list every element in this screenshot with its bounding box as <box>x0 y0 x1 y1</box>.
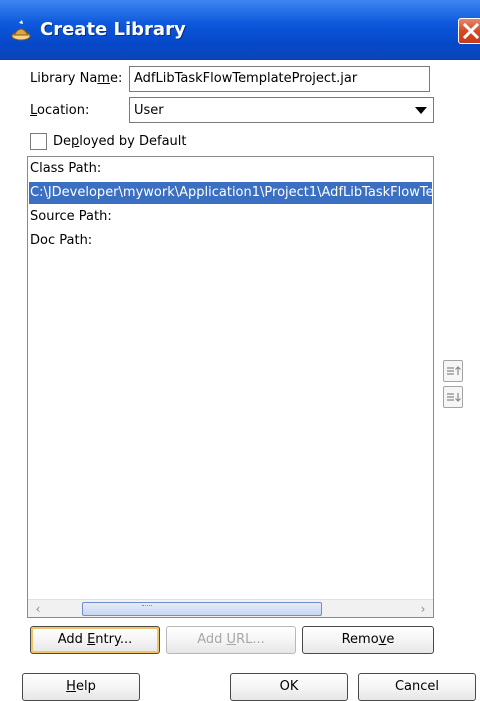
class-path-entry[interactable]: C:\JDeveloper\mywork\Application1\Projec… <box>29 182 432 204</box>
window-title: Create Library <box>40 19 186 40</box>
deployed-checkbox[interactable] <box>30 133 47 150</box>
close-button[interactable] <box>458 18 480 44</box>
doc-path-node[interactable]: Doc Path: <box>29 230 432 252</box>
library-name-label: Library Name: <box>30 71 123 86</box>
move-up-button[interactable] <box>443 360 463 382</box>
library-name-field[interactable]: AdfLibTaskFlowTemplateProject.jar <box>129 66 430 92</box>
scrollbar-thumb[interactable] <box>82 602 322 616</box>
scroll-left-icon[interactable]: ‹ <box>31 602 45 616</box>
class-path-node[interactable]: Class Path: <box>29 158 432 180</box>
scroll-right-icon[interactable]: › <box>416 602 430 616</box>
ok-button[interactable]: OK <box>230 673 348 701</box>
location-select[interactable]: User <box>129 97 434 123</box>
location-value: User <box>134 103 164 118</box>
app-icon <box>11 20 31 41</box>
scrollbar-grip-icon <box>142 605 152 608</box>
move-down-icon <box>447 393 461 402</box>
library-path-list[interactable]: Class Path: C:\JDeveloper\mywork\Applica… <box>27 156 434 618</box>
help-button[interactable]: Help <box>22 673 140 701</box>
close-icon <box>462 22 480 40</box>
move-up-icon <box>447 366 461 375</box>
chevron-down-icon <box>415 107 427 114</box>
horizontal-scrollbar[interactable]: ‹ › <box>28 599 433 617</box>
move-down-button[interactable] <box>443 386 463 408</box>
add-entry-button[interactable]: Add Entry... <box>30 626 160 654</box>
source-path-node[interactable]: Source Path: <box>29 206 432 228</box>
deployed-label: Deployed by Default <box>53 134 187 149</box>
cancel-button[interactable]: Cancel <box>358 673 476 701</box>
title-bar: Create Library <box>0 0 480 60</box>
remove-button[interactable]: Remove <box>302 626 434 654</box>
add-url-button[interactable]: Add URL... <box>166 626 296 654</box>
location-label: Location: <box>30 103 90 118</box>
